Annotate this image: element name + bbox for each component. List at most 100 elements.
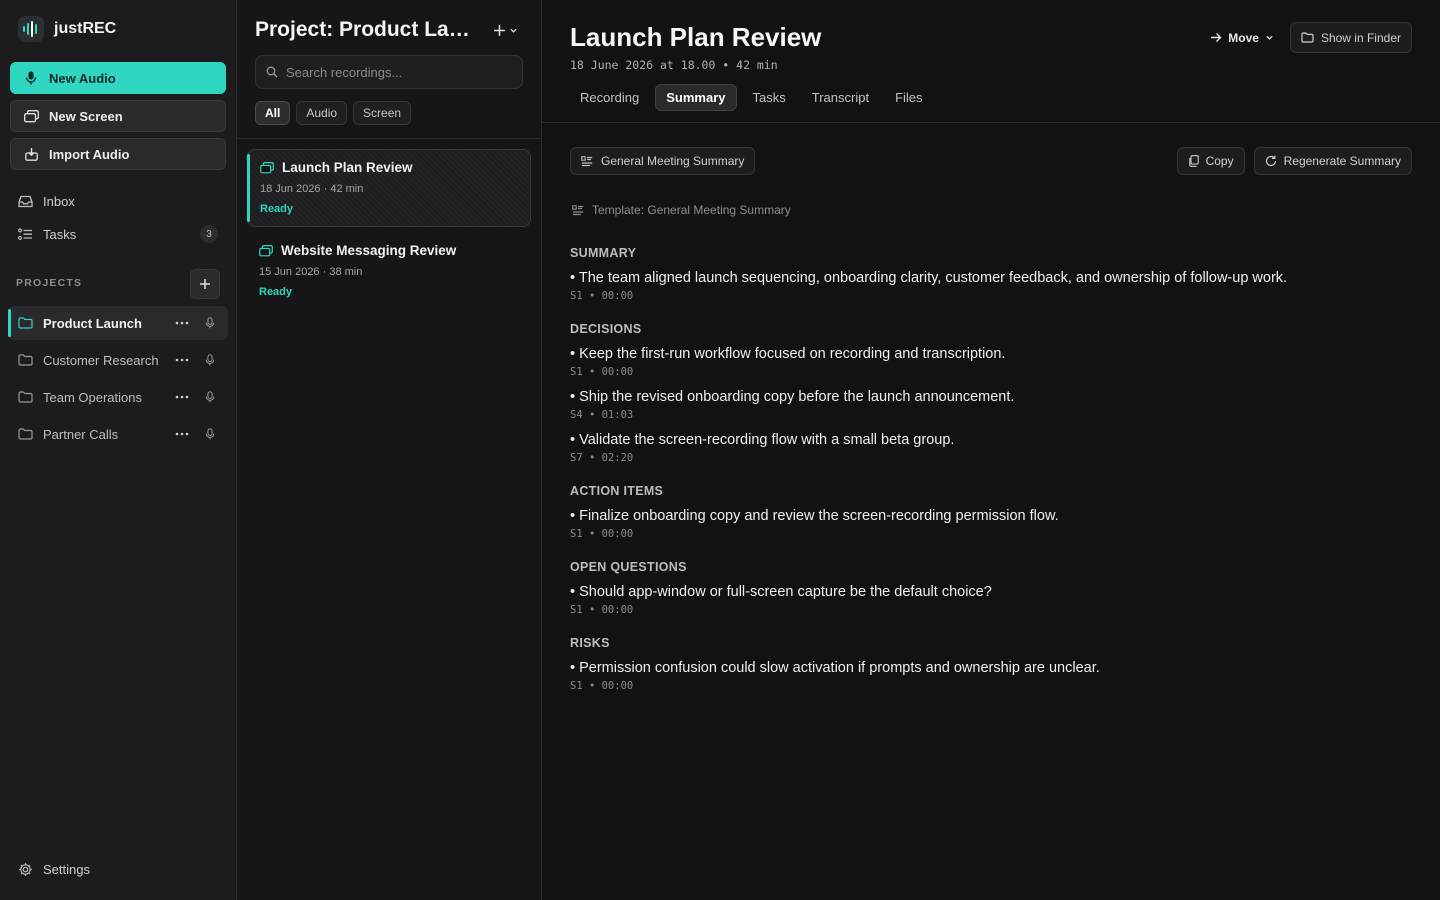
more-options-icon[interactable] — [170, 358, 194, 362]
refresh-icon — [1265, 155, 1277, 167]
search-icon — [266, 66, 278, 78]
list-item: • Should app-window or full-screen captu… — [570, 583, 1410, 616]
folder-icon — [18, 354, 33, 366]
summary-section-open-questions: OPEN QUESTIONS • Should app-window or ful… — [570, 560, 1410, 616]
screen-recording-icon — [259, 244, 273, 257]
search-box[interactable] — [255, 55, 523, 89]
copy-button[interactable]: Copy — [1176, 147, 1245, 175]
template-button-label: General Meeting Summary — [601, 154, 745, 168]
tab-recording[interactable]: Recording — [570, 84, 649, 111]
item-text: • The team aligned launch sequencing, on… — [570, 270, 1288, 286]
folder-icon — [1301, 32, 1314, 43]
more-options-icon[interactable] — [170, 395, 194, 399]
divider — [237, 138, 542, 139]
summary-content: SUMMARY • The team aligned launch sequenc… — [570, 246, 1410, 712]
import-audio-button[interactable]: Import Audio — [10, 138, 226, 170]
recording-item-title: Website Messaging Review — [281, 243, 457, 258]
summary-actions: Copy Regenerate Summary — [1176, 147, 1412, 175]
inbox-label: Inbox — [43, 193, 75, 209]
more-options-icon[interactable] — [170, 321, 194, 325]
new-audio-label: New Audio — [49, 70, 116, 86]
import-icon — [23, 146, 39, 162]
timestamp-link[interactable]: S7 • 02:20 — [570, 452, 1410, 464]
template-select-button[interactable]: General Meeting Summary — [570, 147, 756, 175]
list-item: • Permission confusion could slow activa… — [570, 659, 1410, 692]
timestamp-link[interactable]: S1 • 00:00 — [570, 290, 1410, 302]
item-text: • Validate the screen-recording flow wit… — [570, 432, 955, 448]
filter-screen[interactable]: Screen — [353, 101, 412, 125]
status-badge: Ready — [259, 286, 293, 298]
section-heading: ACTION ITEMS — [570, 484, 664, 498]
project-title: Project: Product Launch — [255, 18, 475, 41]
import-audio-label: Import Audio — [49, 146, 130, 162]
detail-panel: Launch Plan Review 18 June 2026 at 18.00… — [542, 0, 1440, 900]
folder-icon — [18, 317, 33, 329]
list-item: • Finalize onboarding copy and review th… — [570, 507, 1410, 540]
template-info: Template: General Meeting Summary — [572, 203, 791, 217]
filter-chips: All Audio Screen — [255, 101, 412, 125]
app-name: justREC — [54, 20, 117, 37]
recording-item[interactable]: Launch Plan Review 18 Jun 2026 · 42 min Re… — [247, 149, 531, 227]
show-in-finder-button[interactable]: Show in Finder — [1289, 22, 1412, 53]
microphone-icon[interactable] — [198, 390, 222, 404]
settings-button[interactable]: Settings — [18, 862, 90, 877]
new-audio-button[interactable]: New Audio — [10, 62, 226, 94]
regenerate-summary-button[interactable]: Regenerate Summary — [1253, 147, 1412, 175]
recording-item[interactable]: Website Messaging Review 15 Jun 2026 · 38… — [247, 233, 531, 311]
section-heading: SUMMARY — [570, 246, 637, 260]
project-label: Partner Calls — [43, 426, 119, 442]
timestamp-link[interactable]: S1 • 00:00 — [570, 604, 1410, 616]
microphone-icon[interactable] — [198, 353, 222, 367]
divider — [542, 122, 1440, 123]
microphone-icon[interactable] — [198, 427, 222, 441]
detail-tabs: Recording Summary Tasks Transcript Files — [570, 84, 933, 111]
recordings-panel: Project: Product Launch AllAudioScreen L… — [237, 0, 542, 900]
timestamp-link[interactable]: S1 • 00:00 — [570, 528, 1410, 540]
folder-icon — [18, 391, 33, 403]
regenerate-label: Regenerate Summary — [1283, 154, 1401, 168]
tasks-label: Tasks — [43, 226, 77, 242]
list-item: • Ship the revised onboarding copy befor… — [570, 388, 1410, 421]
projects-heading: PROJECTS — [16, 277, 83, 289]
tasks-list-icon — [18, 228, 33, 241]
plus-icon — [199, 278, 211, 290]
filter-all[interactable]: All — [255, 101, 291, 125]
inbox-icon — [18, 195, 33, 208]
tab-transcript[interactable]: Transcript — [802, 84, 879, 111]
recording-header: Website Messaging Review — [259, 243, 519, 258]
search-input[interactable] — [286, 64, 506, 80]
recording-item-meta: 18 Jun 2026 · 42 min — [260, 183, 364, 195]
timestamp-link[interactable]: S4 • 01:03 — [570, 409, 1410, 421]
project-label: Team Operations — [43, 389, 142, 405]
sidebar-project-customer-research[interactable]: Customer Research — [8, 343, 228, 377]
project-label: Product Launch — [43, 315, 142, 331]
copy-icon — [1188, 155, 1199, 167]
add-recording-menu-button[interactable] — [493, 24, 518, 37]
chevron-down-icon — [509, 26, 518, 35]
item-text: • Should app-window or full-screen captu… — [570, 584, 992, 600]
microphone-icon[interactable] — [198, 316, 222, 330]
filter-audio[interactable]: Audio — [296, 101, 348, 125]
recording-subtitle: 18 June 2026 at 18.00 • 42 min — [570, 58, 778, 72]
arrow-right-icon — [1210, 32, 1222, 43]
template-icon — [581, 155, 593, 167]
more-options-icon[interactable] — [170, 432, 194, 436]
sidebar-project-product-launch[interactable]: Product Launch — [8, 306, 228, 340]
item-text: • Ship the revised onboarding copy befor… — [570, 389, 1015, 405]
sidebar-item-tasks[interactable]: Tasks 3 — [10, 220, 226, 248]
sidebar-project-partner-calls[interactable]: Partner Calls — [8, 417, 228, 451]
timestamp-link[interactable]: S1 • 00:00 — [570, 366, 1410, 378]
waveform-logo-icon — [18, 16, 44, 42]
tab-files[interactable]: Files — [885, 84, 932, 111]
summary-section-summary: SUMMARY • The team aligned launch sequenc… — [570, 246, 1410, 302]
tab-summary[interactable]: Summary — [655, 84, 737, 111]
tab-tasks[interactable]: Tasks — [743, 84, 796, 111]
microphone-icon — [23, 70, 39, 86]
sidebar-item-inbox[interactable]: Inbox — [10, 187, 226, 215]
move-button[interactable]: Move — [1204, 23, 1280, 53]
copy-label: Copy — [1205, 154, 1234, 168]
timestamp-link[interactable]: S1 • 00:00 — [570, 680, 1410, 692]
sidebar-project-team-operations[interactable]: Team Operations — [8, 380, 228, 414]
new-screen-button[interactable]: New Screen — [10, 100, 226, 132]
add-project-button[interactable] — [190, 269, 220, 299]
